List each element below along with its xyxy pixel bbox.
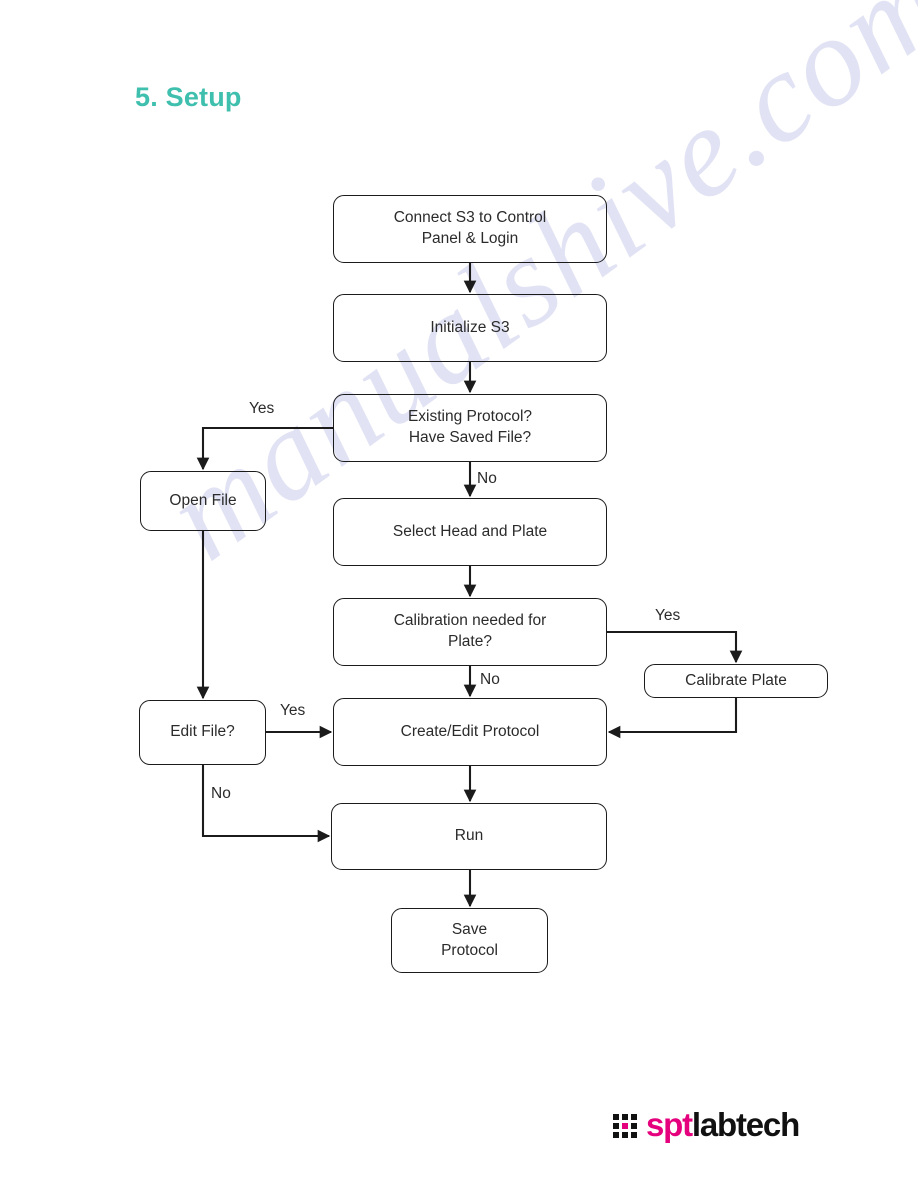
- edge-existing-yes-to-openfile: [196, 426, 333, 471]
- logo-dot: [631, 1122, 637, 1129]
- flow-node-createedit: Create/Edit Protocol: [333, 698, 607, 766]
- setup-flowchart: Connect S3 to Control Panel & Login Initi…: [0, 0, 918, 1188]
- logo-dot: [613, 1122, 619, 1129]
- sptlabtech-logo: sptlabtech: [613, 1106, 800, 1143]
- logo-wordmark-spt: spt: [646, 1106, 693, 1143]
- flow-node-label: Calibration needed for Plate?: [393, 612, 547, 650]
- flow-node-label: Initialize S3: [430, 318, 510, 336]
- logo-wordmark: sptlabtech: [646, 1106, 800, 1143]
- flow-node-label: Edit File?: [170, 723, 235, 741]
- flow-edge-label-yes-existing: Yes: [249, 400, 275, 417]
- logo-dot: [613, 1113, 619, 1120]
- flow-node-selecthead: Select Head and Plate: [333, 498, 607, 566]
- logo-dot: [622, 1131, 628, 1138]
- flow-edge-label-no-editfile: No: [211, 785, 231, 802]
- flow-node-calibneed: Calibration needed for Plate?: [333, 598, 607, 666]
- flow-node-save: Save Protocol: [391, 908, 548, 973]
- flow-node-openfile: Open File: [140, 471, 266, 531]
- logo-dot: [613, 1131, 619, 1138]
- flow-edge-label-no-calibrate: No: [480, 671, 500, 688]
- flow-node-label: Create/Edit Protocol: [400, 722, 540, 740]
- flow-edge-label-no-existing: No: [477, 470, 497, 487]
- edge-calibrateplate-to-createedit: [607, 698, 738, 739]
- logo-dot: [622, 1113, 628, 1120]
- flow-node-label: Existing Protocol? Have Saved File?: [407, 408, 533, 446]
- flow-node-label: Run: [454, 827, 484, 845]
- logo-wordmark-labtech: labtech: [691, 1106, 800, 1143]
- flow-node-label: Save Protocol: [441, 920, 498, 959]
- flow-node-editfile: Edit File?: [139, 700, 266, 765]
- logo-dot: [631, 1113, 637, 1120]
- flow-node-run: Run: [331, 803, 607, 870]
- logo-dot: [631, 1131, 637, 1138]
- flow-node-calibplate: Calibrate Plate: [644, 664, 828, 698]
- edge-calibration-yes-to-calibrateplate: [607, 630, 743, 664]
- flow-node-label: Select Head and Plate: [392, 522, 548, 540]
- logo-dot-grid-icon: [613, 1113, 637, 1138]
- flow-node-existing: Existing Protocol? Have Saved File?: [333, 394, 607, 462]
- flow-node-connect: Connect S3 to Control Panel & Login: [333, 195, 607, 263]
- flow-edge-label-yes-editfile: Yes: [280, 702, 306, 719]
- flow-edge-label-yes-calibrate: Yes: [655, 607, 681, 624]
- logo-dot-accent: [622, 1122, 628, 1129]
- flow-node-label: Open File: [169, 491, 237, 509]
- flow-node-label: Connect S3 to Control Panel & Login: [393, 209, 547, 247]
- flow-node-label: Calibrate Plate: [685, 671, 787, 689]
- flowchart-connectors: [196, 263, 743, 908]
- flow-node-initialize: Initialize S3: [333, 294, 607, 362]
